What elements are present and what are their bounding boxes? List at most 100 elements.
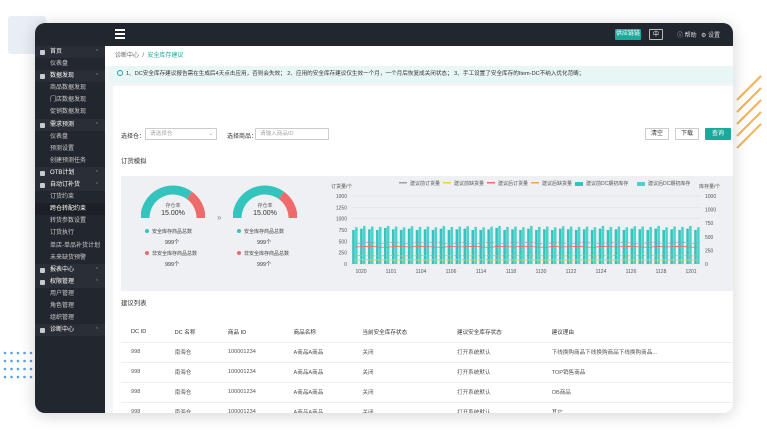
sidebar-item-15[interactable]: 订货执行 — [35, 227, 105, 239]
table-row[interactable]: 998 南海仓 100001234 A商品A商品 关闭 打开系统默认 TOP销售商品 — [121, 362, 733, 383]
chevron-up-icon: ⌃ — [94, 49, 99, 55]
bar-before — [543, 229, 546, 264]
decor-stripes — [736, 75, 762, 149]
sidebar-item-2[interactable]: 数据发现 ⌃ — [35, 70, 105, 83]
sidebar-item-22[interactable]: 组织管理 — [35, 312, 105, 324]
sidebar-item-label: 跨仓转配约束 — [50, 206, 87, 213]
decor-dot — [10, 367, 13, 371]
table-cell: TOP销售商品 — [541, 362, 733, 383]
table-cell: 南海仓 — [164, 402, 218, 413]
table-cell: 其它 — [541, 402, 733, 413]
legend-label: 建议前缺货量 — [454, 180, 484, 187]
bar-before — [678, 230, 681, 264]
bar-before — [471, 230, 475, 264]
table-title: 建议列表 — [121, 300, 147, 307]
sidebar-item-5[interactable]: 促销数据发现 — [35, 106, 105, 118]
arrow-icon: » — [217, 213, 222, 222]
table-cell: 关闭 — [352, 362, 447, 383]
decor-dot — [29, 375, 33, 379]
bar-after — [545, 226, 549, 264]
table-cell: 打开系统默认 — [446, 402, 542, 413]
chevron-up-icon: ⌃ — [94, 278, 99, 285]
table-row[interactable]: 998 南海仓 100001234 A商品A商品 关闭 打开系统默认 OB商品 — [121, 382, 733, 403]
table-row[interactable]: 998 南海仓 100001234 A商品A商品 关闭 打开系统默认 下线换购商品下线换购商… — [121, 342, 733, 363]
sidebar-item-10[interactable]: OTB计划 ⌃ — [35, 166, 105, 180]
sidebar-item-label: 预测设置 — [50, 145, 75, 152]
line-after-order — [354, 245, 698, 248]
breadcrumb-root[interactable]: 诊断中心 — [115, 53, 139, 59]
query-button[interactable]: 查询 — [705, 128, 731, 140]
sidebar-item-14[interactable]: 转货参数设置 — [35, 215, 105, 227]
sidebar-item-4[interactable]: 门店数据发现 — [35, 94, 105, 106]
warehouse-select[interactable]: 请选择仓 ⌄ — [145, 128, 217, 140]
bar-after — [490, 226, 493, 264]
settings-link[interactable]: ⚙ 设置 — [701, 30, 720, 39]
help-link[interactable]: ⓘ 帮助 — [677, 30, 697, 39]
sidebar-item-3[interactable]: 商品数据发现 — [35, 82, 105, 94]
sidebar-item-1[interactable]: 仪表盘 — [35, 58, 105, 70]
sidebar-item-9[interactable]: 创建预测任务 — [35, 155, 105, 167]
sidebar-menu: 首页 ⌃ 仪表盘 数据发现 ⌃ 商品数据发现 门店数据发现 促销数据发现 需求预测 ⌃ 仪表盘 预测设… — [35, 46, 105, 337]
table-row[interactable]: 998 南海仓 100001234 A商品A商品 关闭 打开系统默认 其它 — [121, 402, 733, 413]
sidebar-item-21[interactable]: 角色管理 — [35, 300, 105, 312]
sidebar-item-23[interactable]: 诊断中心 ⌃ — [35, 324, 105, 337]
sidebar-item-6[interactable]: 需求预测 ⌃ — [35, 118, 105, 131]
bar-after — [649, 226, 652, 264]
sidebar-item-label: 仪表盘 — [50, 61, 69, 68]
sidebar-item-19[interactable]: 权限管理 ⌃ — [35, 275, 105, 288]
bar-after — [553, 227, 557, 264]
sidebar-item-12[interactable]: 订货约束 — [35, 191, 105, 203]
legend-swatch — [531, 182, 539, 184]
decor-dot — [16, 375, 20, 379]
y-tick-left: 750 — [339, 228, 348, 234]
bar-after — [673, 226, 676, 264]
product-input[interactable]: 请输入商品ID — [255, 128, 329, 140]
decor-dot — [3, 351, 7, 355]
column-header: DC ID — [121, 322, 165, 343]
bar-before — [574, 230, 578, 264]
decor-dot — [16, 367, 20, 371]
table-cell: 打开系统默认 — [446, 382, 542, 403]
download-button[interactable]: 下载 — [675, 128, 699, 140]
sidebar-item-17[interactable]: 未来缺货预警 — [35, 252, 105, 264]
admin-badge[interactable]: 供应链链 — [615, 29, 641, 40]
legend-label: 建议后缺货量 — [542, 180, 572, 187]
y-tick-left: 1000 — [336, 194, 347, 200]
sidebar-item-0[interactable]: 首页 ⌃ — [35, 46, 105, 59]
bar-after — [482, 227, 485, 264]
language-button[interactable]: 中 — [649, 29, 663, 40]
sidebar-item-13[interactable]: 跨仓转配约束 — [35, 203, 105, 216]
bar-after — [530, 225, 533, 264]
bar-after — [641, 226, 644, 264]
bar-after — [450, 226, 454, 264]
bar-after — [442, 225, 446, 264]
table-cell: 下线换购商品下线换购商品下线换购商品... — [541, 342, 733, 363]
menu-toggle-icon[interactable] — [115, 29, 125, 39]
clear-button[interactable]: 清空 — [645, 128, 669, 140]
main-content: 诊断中心 / 安全库存建议 1、DC安全库存建议报告需在生成后4天点击应用，否则… — [105, 46, 733, 413]
sidebar-item-7[interactable]: 仪表盘 — [35, 131, 105, 143]
product-placeholder: 请输入商品ID — [260, 131, 294, 137]
sidebar-item-18[interactable]: 报表中心 ⌃ — [35, 263, 105, 276]
table-cell: 100001234 — [217, 342, 284, 363]
legend-swatch — [443, 182, 451, 184]
legend-dot — [145, 229, 149, 233]
bar-after — [569, 226, 573, 264]
sidebar-item-11[interactable]: 自动订补货 ⌃ — [35, 179, 105, 192]
decor-dot — [16, 351, 20, 355]
sidebar-item-16[interactable]: 单店-单品补货计划 — [35, 240, 105, 252]
sidebar-item-label: 转货参数设置 — [50, 218, 87, 225]
y-tick-left: 250 — [339, 251, 348, 257]
table-cell: 关闭 — [352, 342, 447, 363]
menu-group-icon — [40, 328, 45, 334]
sidebar-item-8[interactable]: 预测设置 — [35, 143, 105, 155]
sidebar-item-label: 用户管理 — [50, 290, 75, 297]
bar-before — [487, 229, 490, 264]
bar-before — [439, 228, 443, 264]
legend-swatch — [575, 182, 583, 186]
x-tick: 1106 — [446, 269, 457, 275]
bar-after — [625, 227, 629, 264]
y-tick-left: 1000 — [336, 217, 347, 223]
gauge-count: 999个 — [165, 262, 180, 268]
sidebar-item-20[interactable]: 用户管理 — [35, 288, 105, 300]
